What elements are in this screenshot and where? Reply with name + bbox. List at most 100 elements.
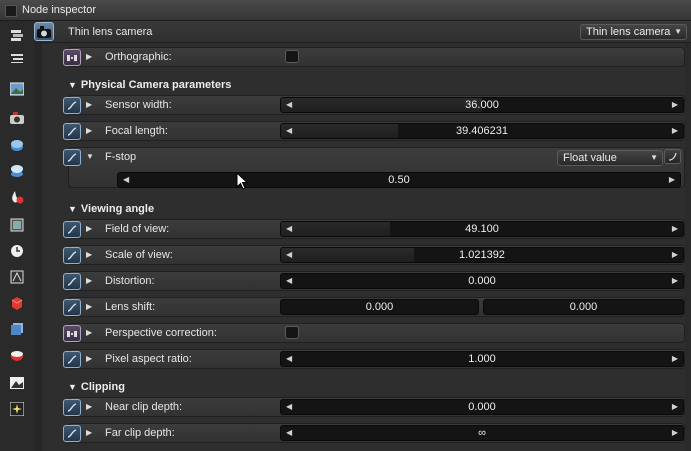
red-cube-icon[interactable] [9, 295, 25, 311]
lens-shift-x-value: 0.000 [365, 301, 394, 313]
material-icon[interactable] [9, 189, 25, 205]
clock-icon[interactable] [9, 243, 25, 259]
increment-arrow-icon[interactable]: ▶ [669, 175, 675, 184]
float-pin-icon[interactable] [63, 123, 81, 140]
fstop-slider[interactable]: ◀ 0.50 ▶ [117, 172, 681, 188]
section-physical-label: Physical Camera parameters [80, 79, 232, 91]
increment-arrow-icon[interactable]: ▶ [672, 126, 678, 135]
image-icon[interactable] [9, 81, 25, 97]
far-clip-depth-slider[interactable]: ◀ ∞ ▶ [280, 425, 684, 441]
geometry-icon[interactable] [9, 137, 25, 153]
increment-arrow-icon[interactable]: ▶ [672, 224, 678, 233]
section-viewing-label: Viewing angle [80, 203, 155, 215]
sensor-width-slider[interactable]: ◀ 36.000 ▶ [280, 97, 684, 113]
bool-pin-icon[interactable] [63, 49, 81, 66]
environment-icon[interactable] [9, 163, 25, 179]
float-pin-icon[interactable] [63, 399, 81, 416]
increment-arrow-icon[interactable]: ▶ [672, 250, 678, 259]
increment-arrow-icon[interactable]: ▶ [672, 354, 678, 363]
expand-arrow-icon[interactable]: ▶ [86, 52, 92, 61]
float-pin-icon[interactable] [63, 273, 81, 290]
effect-icon[interactable] [9, 401, 25, 417]
window-menu-icon[interactable] [5, 5, 17, 17]
blue-cube-icon[interactable] [9, 321, 25, 337]
collapse-arrow-icon[interactable]: ▼ [86, 152, 94, 161]
orthographic-checkbox[interactable] [285, 50, 299, 63]
expand-arrow-icon[interactable]: ▶ [86, 354, 92, 363]
orthographic-label: Orthographic: [105, 51, 172, 63]
scale-of-view-label: Scale of view: [105, 249, 173, 261]
window-titlebar: Node inspector [0, 0, 691, 21]
camera-type-select[interactable]: Thin lens camera ▼ [580, 24, 687, 40]
camera-icon[interactable] [9, 110, 25, 126]
increment-arrow-icon[interactable]: ▶ [672, 100, 678, 109]
orthographic-row: ▶ Orthographic: [63, 47, 685, 67]
distortion-row: ▶ Distortion: ◀ 0.000 ▶ [63, 271, 685, 291]
list-icon[interactable] [9, 50, 25, 66]
expand-arrow-icon[interactable]: ▶ [86, 126, 92, 135]
field-of-view-slider[interactable]: ◀ 49.100 ▶ [280, 221, 684, 237]
pixel-aspect-ratio-value: 1.000 [468, 353, 496, 365]
expand-arrow-icon[interactable]: ▶ [86, 328, 92, 337]
vertical-scrollbar[interactable] [685, 43, 691, 451]
scale-of-view-slider[interactable]: ◀ 1.021392 ▶ [280, 247, 684, 263]
field-of-view-value: 49.100 [465, 223, 499, 235]
lens-shift-y-field[interactable]: 0.000 [483, 299, 684, 315]
mesh-icon[interactable] [9, 347, 25, 363]
focal-length-label: Focal length: [105, 125, 168, 137]
near-clip-depth-value: 0.000 [468, 401, 496, 413]
camera-node-icon[interactable] [34, 22, 54, 41]
layers-icon[interactable] [9, 27, 25, 43]
distortion-slider[interactable]: ◀ 0.000 ▶ [280, 273, 684, 289]
float-pin-icon[interactable] [63, 247, 81, 264]
perspective-correction-label: Perspective correction: [105, 327, 217, 339]
node-header: Thin lens camera Thin lens camera ▼ [34, 21, 691, 43]
float-pin-icon[interactable] [63, 97, 81, 114]
node-label: Thin lens camera [68, 26, 153, 38]
far-clip-depth-value: ∞ [478, 427, 486, 439]
field-of-view-row: ▶ Field of view: ◀ 49.100 ▶ [63, 219, 685, 239]
lens-shift-row: ▶ Lens shift: 0.000 0.000 [63, 297, 685, 317]
fstop-row: ▼ F-stop Float value ▼ ◀ 0.50 ▶ [63, 147, 685, 188]
expand-arrow-icon[interactable]: ▶ [86, 276, 92, 285]
float-pin-icon[interactable] [63, 425, 81, 442]
expand-arrow-icon[interactable]: ▶ [86, 250, 92, 259]
fstop-mode-select[interactable]: Float value ▼ [557, 150, 663, 166]
float-pin-icon[interactable] [63, 351, 81, 368]
near-clip-depth-slider[interactable]: ◀ 0.000 ▶ [280, 399, 684, 415]
expand-arrow-icon[interactable]: ▶ [86, 302, 92, 311]
collapse-arrow-icon: ▼ [68, 80, 77, 90]
far-clip-depth-label: Far clip depth: [105, 427, 175, 439]
lens-shift-x-field[interactable]: 0.000 [280, 299, 479, 315]
float-pin-icon[interactable] [63, 299, 81, 316]
increment-arrow-icon[interactable]: ▶ [672, 428, 678, 437]
expand-arrow-icon[interactable]: ▶ [86, 224, 92, 233]
increment-arrow-icon[interactable]: ▶ [672, 276, 678, 285]
perspective-correction-checkbox[interactable] [285, 326, 299, 339]
focal-length-row: ▶ Focal length: ◀ 39.406231 ▶ [63, 121, 685, 141]
expand-arrow-icon[interactable]: ▶ [86, 402, 92, 411]
near-clip-depth-row: ▶ Near clip depth: ◀ 0.000 ▶ [63, 397, 685, 417]
focal-length-slider[interactable]: ◀ 39.406231 ▶ [280, 123, 684, 139]
distortion-label: Distortion: [105, 275, 155, 287]
curve-reset-icon[interactable] [664, 149, 681, 164]
lens-shift-y-value: 0.000 [569, 301, 598, 313]
float-pin-icon[interactable] [63, 149, 81, 166]
expand-arrow-icon[interactable]: ▶ [86, 428, 92, 437]
section-physical-camera[interactable]: ▼ Physical Camera parameters [68, 79, 231, 91]
render-target-icon[interactable] [9, 269, 25, 285]
sensor-width-row: ▶ Sensor width: ◀ 36.000 ▶ [63, 95, 685, 115]
texture-icon[interactable] [9, 217, 25, 233]
toolbar-gutter [34, 21, 42, 451]
bool-pin-icon[interactable] [63, 325, 81, 342]
increment-arrow-icon[interactable]: ▶ [672, 402, 678, 411]
near-clip-depth-label: Near clip depth: [105, 401, 183, 413]
pixel-aspect-ratio-slider[interactable]: ◀ 1.000 ▶ [280, 351, 684, 367]
section-clipping[interactable]: ▼ Clipping [68, 381, 125, 393]
display-icon[interactable] [9, 375, 25, 391]
pixel-aspect-ratio-label: Pixel aspect ratio: [105, 353, 192, 365]
expand-arrow-icon[interactable]: ▶ [86, 100, 92, 109]
section-viewing-angle[interactable]: ▼ Viewing angle [68, 203, 154, 215]
float-pin-icon[interactable] [63, 221, 81, 238]
lens-shift-label: Lens shift: [105, 301, 156, 313]
